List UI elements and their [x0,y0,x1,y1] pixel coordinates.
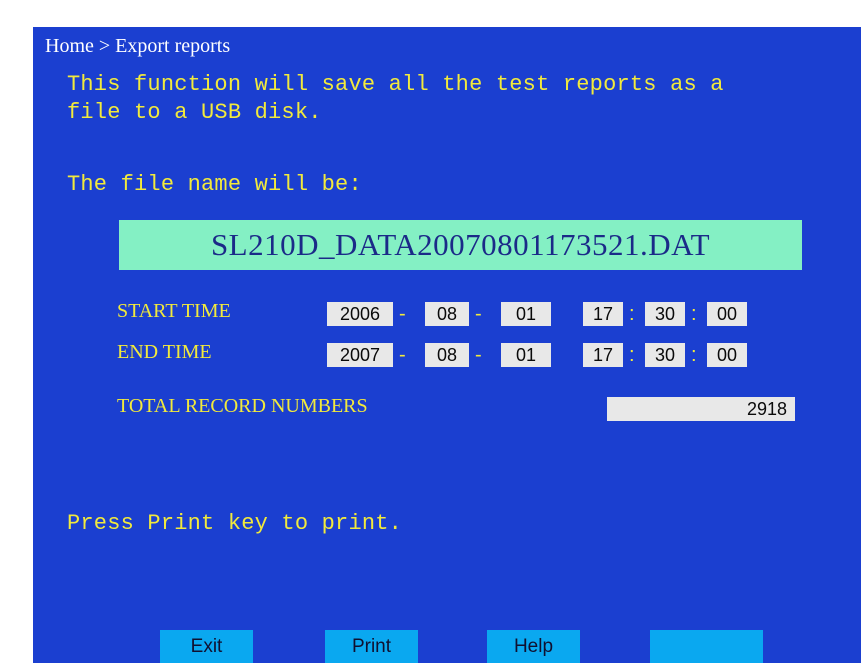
end-year-field[interactable]: 2007 [327,343,393,367]
start-date-separator: - [475,303,482,325]
end-time-separator: : [691,344,697,366]
blank-softkey-button[interactable] [650,630,763,663]
start-time-separator: : [629,303,635,325]
print-hint: Press Print key to print. [67,511,403,536]
end-day-field[interactable]: 01 [501,343,551,367]
end-time-label: END TIME [117,341,212,363]
start-time-separator: : [691,303,697,325]
start-hour-field[interactable]: 17 [583,302,623,326]
end-date-separator: - [475,344,482,366]
start-year-field[interactable]: 2006 [327,302,393,326]
end-minute-field[interactable]: 30 [645,343,685,367]
filename-display: SL210D_DATA20070801173521.DAT [119,220,802,270]
description-line-1: This function will save all the test rep… [67,72,724,97]
help-button[interactable]: Help [487,630,580,663]
total-records-label: TOTAL RECORD NUMBERS [117,395,368,417]
print-button[interactable]: Print [325,630,418,663]
end-time-separator: : [629,344,635,366]
start-date-separator: - [399,303,406,325]
start-time-label: START TIME [117,300,231,322]
start-day-field[interactable]: 01 [501,302,551,326]
exit-button[interactable]: Exit [160,630,253,663]
start-minute-field[interactable]: 30 [645,302,685,326]
breadcrumb: Home > Export reports [45,35,231,57]
filename-label: The file name will be: [67,172,362,197]
end-second-field[interactable]: 00 [707,343,747,367]
end-date-separator: - [399,344,406,366]
total-records-value: 2918 [607,397,795,421]
description-line-2: file to a USB disk. [67,100,322,125]
end-month-field[interactable]: 08 [425,343,469,367]
export-reports-screen: Home > Export reports This function will… [33,27,861,663]
start-month-field[interactable]: 08 [425,302,469,326]
start-second-field[interactable]: 00 [707,302,747,326]
end-hour-field[interactable]: 17 [583,343,623,367]
